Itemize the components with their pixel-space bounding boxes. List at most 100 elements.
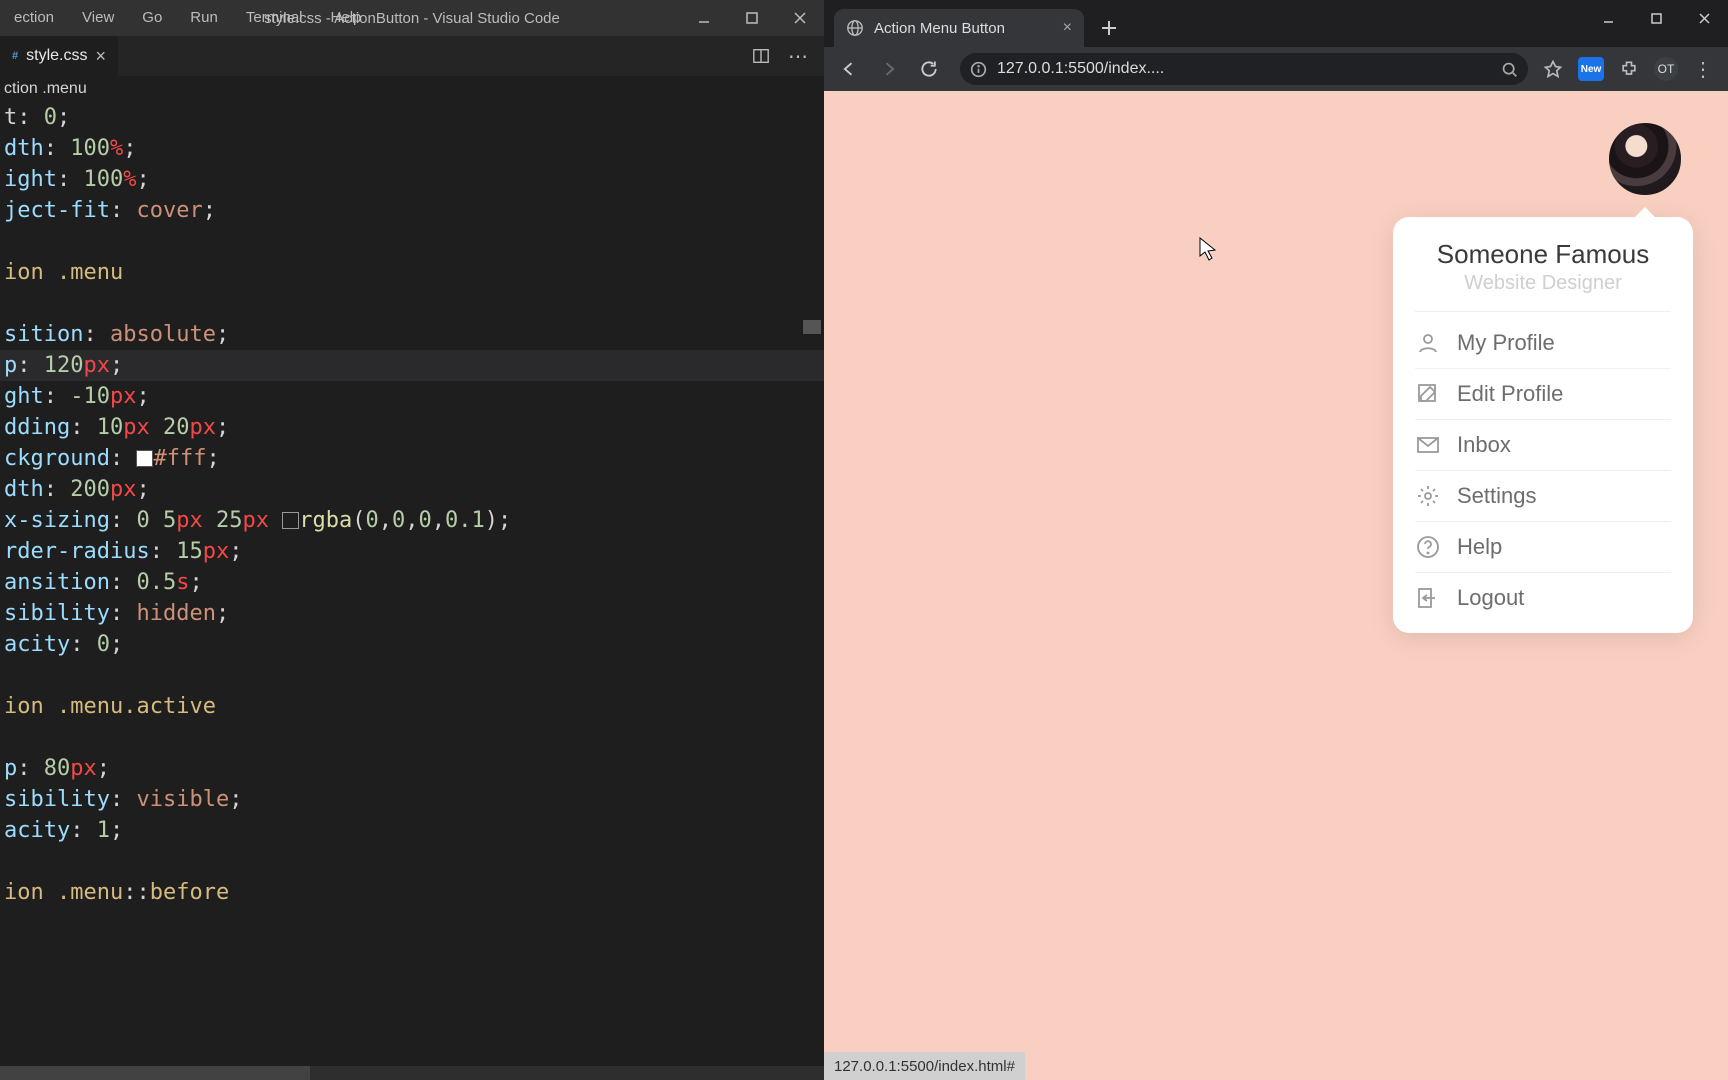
close-icon (793, 11, 807, 25)
arrow-right-icon (879, 59, 899, 79)
vscode-menu-go[interactable]: Go (128, 0, 176, 36)
menu-item-gear[interactable]: Settings (1415, 471, 1671, 522)
forward-button[interactable] (872, 52, 906, 86)
chrome-minimize-button[interactable] (1584, 0, 1632, 36)
arrow-left-icon (839, 59, 859, 79)
star-icon (1543, 59, 1563, 79)
code-line[interactable]: ion .menu::before (0, 877, 824, 908)
bookmark-button[interactable] (1542, 58, 1564, 80)
more-icon[interactable]: ⋯ (788, 44, 808, 69)
split-editor-icon[interactable] (752, 47, 770, 65)
code-line[interactable]: ght: -10px; (0, 381, 824, 412)
site-info-icon[interactable] (970, 61, 987, 78)
code-line[interactable]: acity: 1; (0, 815, 824, 846)
edit-icon (1415, 381, 1441, 407)
action-menu: Someone Famous Website Designer My Profi… (1393, 217, 1693, 633)
maximize-icon (745, 11, 759, 25)
code-line[interactable]: acity: 0; (0, 629, 824, 660)
menu-item-label: My Profile (1457, 330, 1555, 356)
vscode-menu-run[interactable]: Run (176, 0, 232, 36)
code-line[interactable] (0, 226, 824, 257)
vscode-tab-stylecss[interactable]: # style.css × (0, 36, 118, 76)
code-line[interactable]: sition: absolute; (0, 319, 824, 350)
chrome-close-button[interactable] (1680, 0, 1728, 36)
profile-button[interactable]: OT (1654, 57, 1678, 81)
color-swatch-icon[interactable] (136, 450, 153, 467)
vscode-title: style.css - ActionButton - Visual Studio… (264, 10, 560, 27)
color-swatch-icon[interactable] (282, 512, 299, 529)
chrome-toolbar: 127.0.0.1:5500/index.... New OT ⋮ (824, 47, 1728, 91)
vscode-menu-view[interactable]: View (68, 0, 128, 36)
chrome-tab-close[interactable]: × (1063, 19, 1072, 37)
minimize-button[interactable] (680, 0, 728, 36)
browser-status-bar: 127.0.0.1:5500/index.html# (824, 1052, 1025, 1080)
mouse-cursor (1199, 237, 1217, 263)
menu-item-user[interactable]: My Profile (1415, 318, 1671, 369)
vscode-tab-bar: # style.css × ⋯ (0, 36, 824, 76)
vscode-h-scroll-thumb[interactable] (0, 1066, 310, 1080)
extensions-button[interactable] (1618, 58, 1640, 80)
vscode-window: ection View Go Run Terminal Help style.c… (0, 0, 824, 1080)
chrome-tab-strip: Action Menu Button × (824, 0, 1728, 47)
mail-icon (1415, 432, 1441, 458)
new-tab-button[interactable] (1100, 19, 1118, 37)
gear-icon (1415, 483, 1441, 509)
code-line[interactable]: sibility: hidden; (0, 598, 824, 629)
chrome-menu-button[interactable]: ⋮ (1692, 58, 1714, 80)
code-line[interactable]: rder-radius: 15px; (0, 536, 824, 567)
minimize-icon (1602, 12, 1615, 25)
code-line[interactable]: ansition: 0.5s; (0, 567, 824, 598)
code-line[interactable]: ckground: #fff; (0, 443, 824, 474)
vscode-menu-selection[interactable]: ection (0, 0, 68, 36)
menu-item-label: Edit Profile (1457, 381, 1563, 407)
code-line[interactable]: sibility: visible; (0, 784, 824, 815)
kebab-icon: ⋮ (1693, 57, 1713, 82)
close-icon (1698, 12, 1711, 25)
code-line[interactable]: dth: 100%; (0, 133, 824, 164)
menu-item-help[interactable]: Help (1415, 522, 1671, 573)
action-widget: Someone Famous Website Designer My Profi… (1607, 121, 1683, 197)
address-bar[interactable]: 127.0.0.1:5500/index.... (960, 53, 1528, 85)
chrome-window-controls (1584, 0, 1728, 36)
new-badge[interactable]: New (1578, 57, 1604, 81)
vscode-window-controls (680, 0, 824, 36)
vscode-minimap-indicator[interactable] (803, 320, 821, 334)
code-line[interactable] (0, 846, 824, 877)
code-line[interactable]: ion .menu.active (0, 691, 824, 722)
menu-user-name: Someone Famous (1415, 239, 1671, 270)
code-line[interactable] (0, 660, 824, 691)
code-line[interactable]: dth: 200px; (0, 474, 824, 505)
vscode-editor[interactable]: t: 0;dth: 100%;ight: 100%;ject-fit: cove… (0, 102, 824, 908)
reload-button[interactable] (912, 52, 946, 86)
code-line[interactable]: dding: 10px 20px; (0, 412, 824, 443)
code-line[interactable]: ight: 100%; (0, 164, 824, 195)
vscode-tab-label: style.css (26, 47, 87, 65)
menu-item-edit[interactable]: Edit Profile (1415, 369, 1671, 420)
vscode-breadcrumb[interactable]: ction .menu (0, 76, 824, 102)
menu-item-logout[interactable]: Logout (1415, 573, 1671, 623)
code-line[interactable]: ion .menu (0, 257, 824, 288)
chrome-tab[interactable]: Action Menu Button × (834, 9, 1084, 47)
code-line[interactable]: x-sizing: 0 5px 25px rgba(0,0,0,0.1); (0, 505, 824, 536)
menu-item-mail[interactable]: Inbox (1415, 420, 1671, 471)
back-button[interactable] (832, 52, 866, 86)
code-line[interactable]: t: 0; (0, 102, 824, 133)
search-icon[interactable] (1501, 61, 1518, 78)
vscode-breadcrumb-text: ction .menu (4, 80, 87, 97)
address-bar-url: 127.0.0.1:5500/index.... (997, 60, 1164, 78)
code-line[interactable]: p: 80px; (0, 753, 824, 784)
code-line[interactable] (0, 288, 824, 319)
maximize-button[interactable] (728, 0, 776, 36)
code-line[interactable]: ject-fit: cover; (0, 195, 824, 226)
maximize-icon (1650, 12, 1663, 25)
menu-user-role: Website Designer (1415, 272, 1671, 295)
chrome-tab-title: Action Menu Button (874, 20, 1005, 37)
close-button[interactable] (776, 0, 824, 36)
code-line[interactable] (0, 722, 824, 753)
avatar-button[interactable] (1607, 121, 1683, 197)
vscode-tab-close[interactable]: × (95, 46, 106, 67)
chrome-maximize-button[interactable] (1632, 0, 1680, 36)
chrome-toolbar-right: New OT ⋮ (1542, 57, 1720, 81)
user-icon (1415, 330, 1441, 356)
code-line[interactable]: p: 120px; (0, 350, 824, 381)
